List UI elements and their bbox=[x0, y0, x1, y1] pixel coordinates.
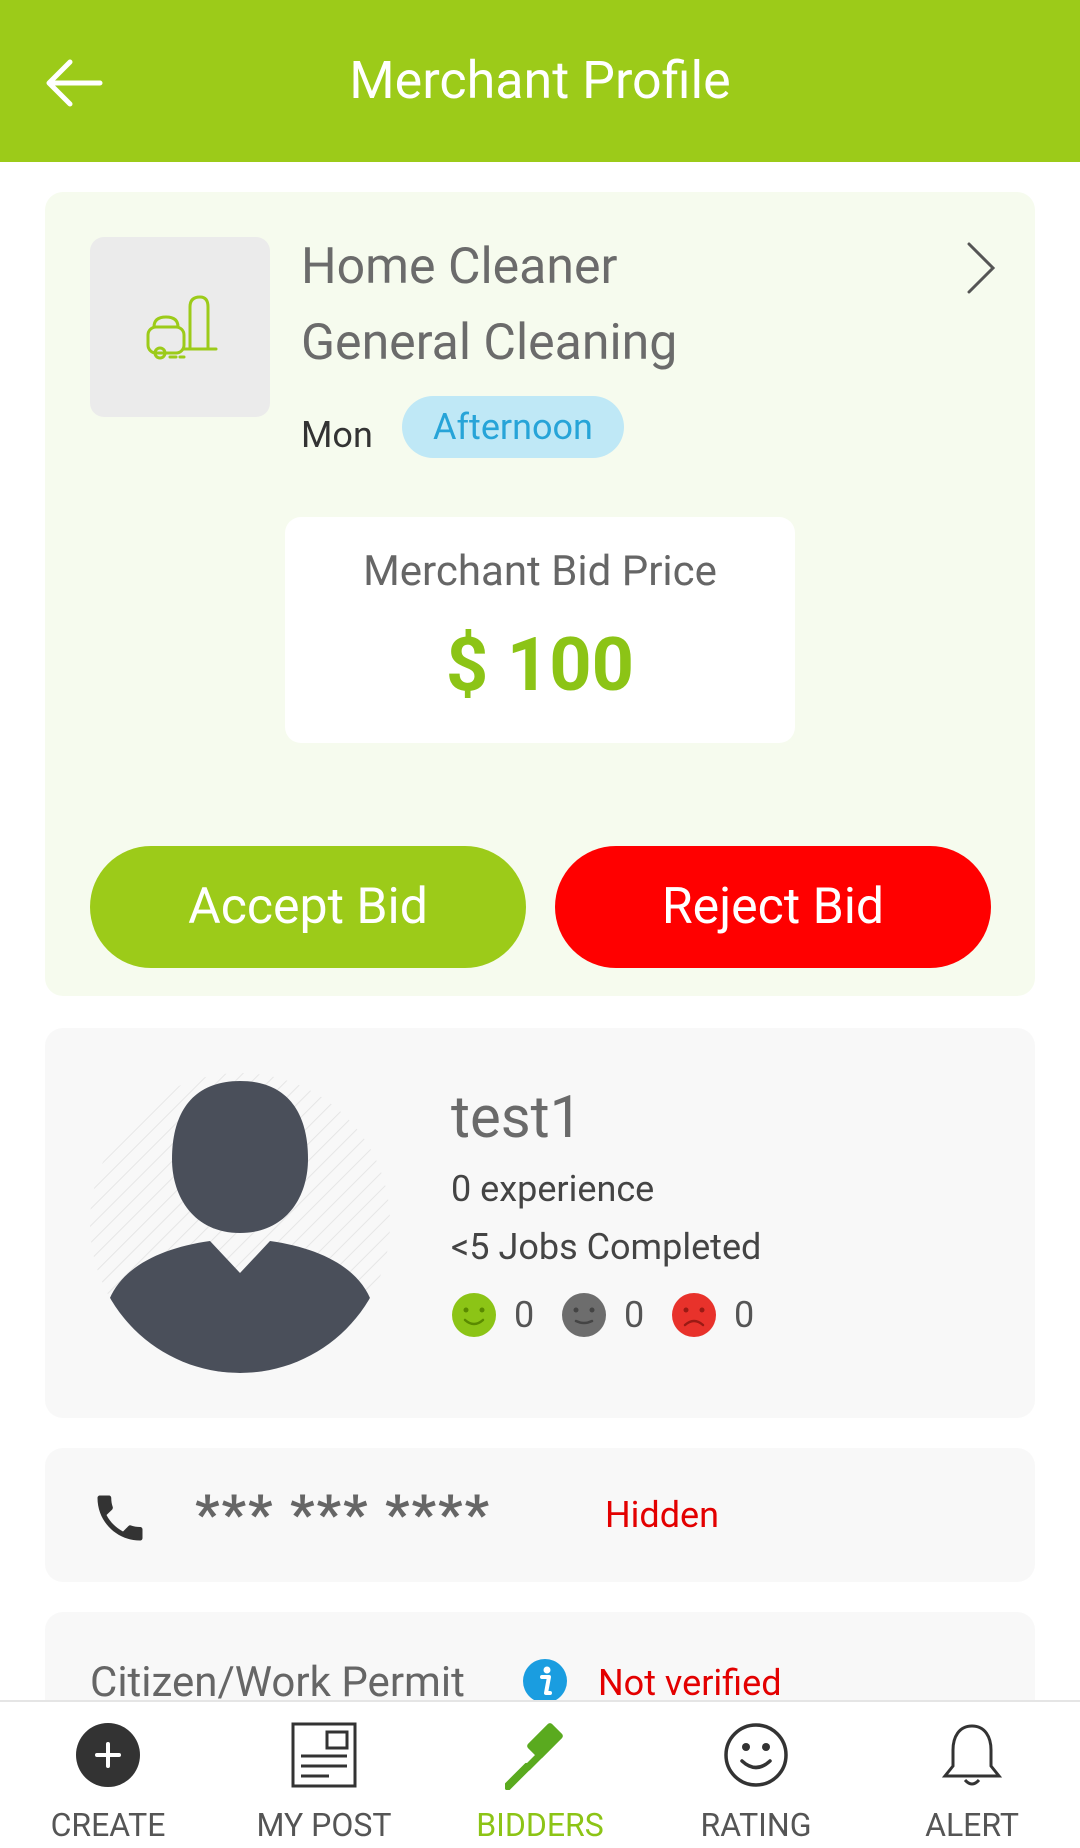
phone-hidden-status: Hidden bbox=[605, 1494, 720, 1536]
nav-create[interactable]: CREATE bbox=[0, 1702, 216, 1848]
nav-alert-label: ALERT bbox=[925, 1806, 1019, 1844]
merchant-experience: 0 experience bbox=[451, 1168, 655, 1210]
accept-bid-button[interactable]: Accept Bid bbox=[90, 846, 526, 968]
rating-positive-count: 0 bbox=[514, 1294, 535, 1336]
nav-bidders-label: BIDDERS bbox=[476, 1806, 604, 1844]
bid-card: Home Cleaner General Cleaning Mon Aftern… bbox=[45, 192, 1035, 996]
nav-rating-label: RATING bbox=[700, 1806, 812, 1844]
reject-bid-button[interactable]: Reject Bid bbox=[555, 846, 991, 968]
chevron-right-icon[interactable] bbox=[955, 238, 1005, 298]
time-slot-badge: Afternoon bbox=[402, 396, 624, 458]
permit-status: Not verified bbox=[598, 1662, 782, 1704]
bid-price-label: Merchant Bid Price bbox=[363, 547, 717, 596]
nav-my-post-label: MY POST bbox=[256, 1806, 392, 1844]
happy-face-icon bbox=[452, 1293, 496, 1337]
merchant-jobs-completed: <5 Jobs Completed bbox=[451, 1226, 762, 1268]
nav-create-label: CREATE bbox=[50, 1806, 166, 1844]
rating-neutral-count: 0 bbox=[624, 1294, 645, 1336]
job-title: Home Cleaner bbox=[301, 238, 618, 296]
nav-rating[interactable]: RATING bbox=[648, 1702, 864, 1848]
job-thumbnail bbox=[90, 237, 270, 417]
merchant-card: test1 0 experience <5 Jobs Completed 0 0 bbox=[45, 1028, 1035, 1418]
smiley-icon bbox=[724, 1723, 788, 1787]
job-subtitle: General Cleaning bbox=[301, 314, 678, 372]
job-day: Mon bbox=[301, 414, 373, 456]
nav-alert[interactable]: ALERT bbox=[864, 1702, 1080, 1848]
app-bar: Merchant Profile bbox=[0, 0, 1080, 162]
info-icon[interactable] bbox=[522, 1658, 568, 1704]
sad-face-icon bbox=[672, 1293, 716, 1337]
rating-negative-count: 0 bbox=[734, 1294, 755, 1336]
phone-number: *** *** **** bbox=[195, 1484, 492, 1547]
merchant-name: test1 bbox=[451, 1084, 583, 1152]
bid-price-box: Merchant Bid Price $ 100 bbox=[285, 517, 795, 743]
gavel-icon bbox=[505, 1723, 563, 1790]
nav-bidders[interactable]: BIDDERS bbox=[432, 1702, 648, 1848]
plus-circle-icon bbox=[76, 1723, 140, 1787]
bottom-nav: CREATE MY POST BIDDERS RATING ALERT bbox=[0, 1700, 1080, 1848]
nav-my-post[interactable]: MY POST bbox=[216, 1702, 432, 1848]
phone-card: *** *** **** Hidden bbox=[45, 1448, 1035, 1582]
phone-icon bbox=[90, 1488, 150, 1548]
avatar bbox=[90, 1073, 390, 1373]
neutral-face-icon bbox=[562, 1293, 606, 1337]
bell-icon bbox=[941, 1724, 1003, 1786]
bid-price-value: $ 100 bbox=[445, 622, 635, 709]
vacuum-cleaner-icon bbox=[146, 295, 218, 360]
page-title: Merchant Profile bbox=[349, 50, 731, 111]
newspaper-icon bbox=[291, 1722, 357, 1788]
